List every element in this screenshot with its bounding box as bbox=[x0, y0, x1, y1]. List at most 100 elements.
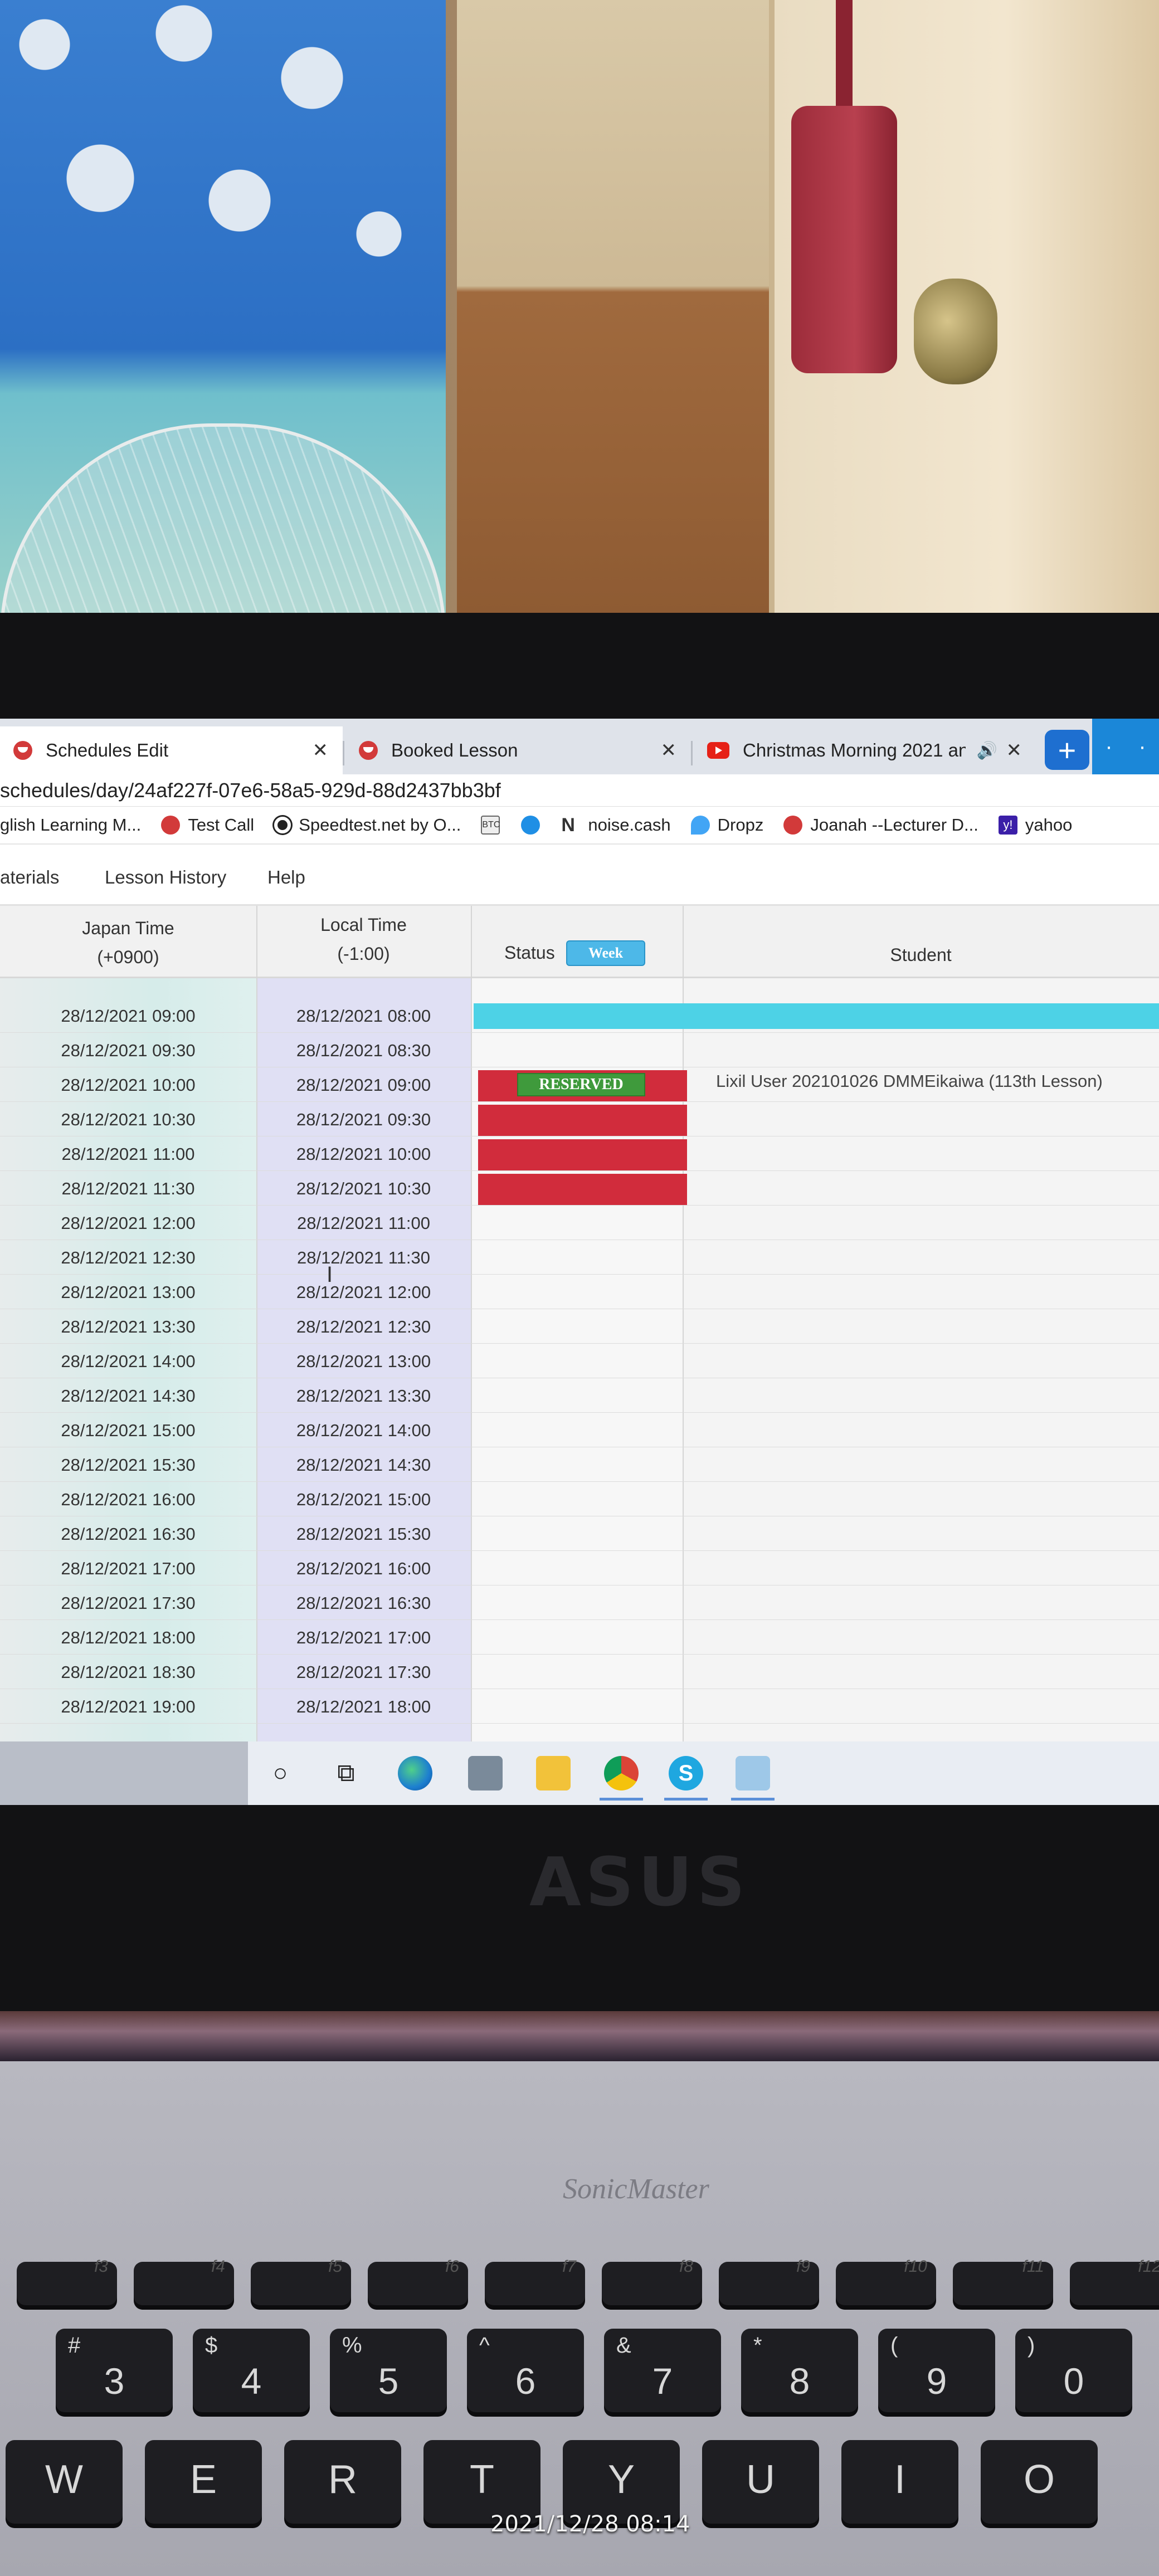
new-tab-button[interactable]: + bbox=[1045, 730, 1089, 770]
table-row[interactable]: 28/12/2021 10:30 28/12/2021 09:30 bbox=[0, 1102, 1159, 1136]
bookmark-label: glish Learning M... bbox=[0, 815, 142, 835]
search-circle-icon[interactable]: ○ bbox=[263, 1756, 298, 1790]
function-key-label: f4 bbox=[211, 2257, 225, 2276]
number-key[interactable]: % 5 bbox=[330, 2329, 447, 2412]
close-icon[interactable]: ✕ bbox=[661, 739, 677, 762]
local-time-cell: 28/12/2021 17:30 bbox=[296, 1662, 431, 1682]
bookmark-yahoo[interactable]: y! yahoo bbox=[998, 815, 1072, 835]
table-row[interactable]: 28/12/2021 13:00 28/12/2021 12:00 bbox=[0, 1275, 1159, 1309]
table-row[interactable]: 28/12/2021 14:30 28/12/2021 13:30 bbox=[0, 1379, 1159, 1413]
notepad-icon[interactable] bbox=[731, 1756, 775, 1801]
tab-booked-lesson[interactable]: Booked Lesson ✕ bbox=[345, 726, 691, 774]
function-key[interactable]: f4 bbox=[134, 2257, 234, 2305]
table-row[interactable]: 28/12/2021 15:00 28/12/2021 14:00 bbox=[0, 1413, 1159, 1447]
number-key[interactable]: * 8 bbox=[741, 2329, 858, 2412]
nav-materials[interactable]: aterials bbox=[0, 867, 59, 888]
booked-slot-bar[interactable] bbox=[478, 1105, 687, 1136]
number-key[interactable]: #3 bbox=[56, 2329, 173, 2412]
table-header: Japan Time (+0900) Local Time (-1:00) St… bbox=[0, 906, 1159, 978]
letter-key[interactable]: R bbox=[284, 2440, 401, 2524]
letter-key[interactable]: W bbox=[6, 2440, 123, 2524]
letter-key[interactable]: E bbox=[145, 2440, 262, 2524]
open-slot-bar[interactable] bbox=[474, 1003, 1159, 1029]
function-key[interactable]: f5 bbox=[251, 2257, 351, 2305]
task-view-icon[interactable]: ⧉ bbox=[329, 1756, 363, 1790]
bookmark-noise-cash[interactable]: Nnoise.cash bbox=[561, 815, 670, 835]
function-key[interactable]: f11 bbox=[953, 2257, 1053, 2305]
table-row[interactable]: 28/12/2021 19:00 28/12/2021 18:00 bbox=[0, 1690, 1159, 1724]
address-bar[interactable]: schedules/day/24af227f-07e6-58a5-929d-88… bbox=[0, 774, 1159, 807]
table-row[interactable]: 28/12/2021 15:30 28/12/2021 14:30 bbox=[0, 1448, 1159, 1482]
function-key[interactable]: f6 bbox=[368, 2257, 468, 2305]
bookmark-blue[interactable] bbox=[521, 816, 548, 835]
nav-help[interactable]: Help bbox=[267, 867, 305, 888]
japan-time-cell: 28/12/2021 17:00 bbox=[61, 1559, 196, 1578]
tab-label: Schedules Edit bbox=[46, 740, 169, 760]
key-label: R bbox=[328, 2457, 357, 2502]
bookmark-test-call[interactable]: Test Call bbox=[161, 815, 254, 835]
bookmark-speedtest[interactable]: Speedtest.net by O... bbox=[274, 815, 461, 835]
nav-lesson-history[interactable]: Lesson History bbox=[105, 867, 226, 888]
number-key[interactable]: $4 bbox=[193, 2329, 310, 2412]
chrome-icon[interactable] bbox=[600, 1756, 643, 1801]
japan-time-cell: 28/12/2021 15:30 bbox=[61, 1455, 196, 1475]
table-row[interactable]: 28/12/2021 12:00 28/12/2021 11:00 bbox=[0, 1206, 1159, 1240]
edge-icon[interactable] bbox=[398, 1756, 432, 1790]
booked-slot-bar[interactable] bbox=[478, 1174, 687, 1205]
booked-slot-bar[interactable] bbox=[478, 1139, 687, 1170]
student-name[interactable]: Lixil User 202101026 DMMEikaiwa (113th L… bbox=[716, 1068, 1103, 1095]
bookmark-english-learning[interactable]: glish Learning M... bbox=[0, 815, 141, 835]
calculator-icon[interactable] bbox=[468, 1756, 503, 1790]
letter-key[interactable]: I bbox=[841, 2440, 958, 2524]
table-row[interactable]: 28/12/2021 17:30 28/12/2021 16:30 bbox=[0, 1586, 1159, 1620]
photo-stage: Schedules Edit ✕ Booked Lesson ✕ Christm… bbox=[0, 0, 1159, 2576]
week-button[interactable]: Week bbox=[566, 940, 645, 966]
local-time-cell: 28/12/2021 18:00 bbox=[296, 1697, 431, 1716]
key-label: E bbox=[189, 2457, 217, 2502]
table-row[interactable]: 28/12/2021 13:30 28/12/2021 12:30 bbox=[0, 1310, 1159, 1344]
bookmark-dropz[interactable]: Dropz bbox=[690, 815, 763, 835]
function-key[interactable]: f7 bbox=[485, 2257, 585, 2305]
taskbar-search-area[interactable] bbox=[0, 1741, 248, 1805]
browser-tab-strip: Schedules Edit ✕ Booked Lesson ✕ Christm… bbox=[0, 719, 1159, 774]
yahoo-icon: y! bbox=[998, 816, 1017, 835]
number-key[interactable]: ^ 6 bbox=[467, 2329, 584, 2412]
function-key[interactable]: f12 bbox=[1070, 2257, 1159, 2305]
table-row[interactable]: 28/12/2021 18:00 28/12/2021 17:00 bbox=[0, 1621, 1159, 1655]
function-key[interactable]: f10 bbox=[836, 2257, 936, 2305]
file-explorer-icon[interactable] bbox=[536, 1756, 571, 1790]
table-row[interactable]: 28/12/2021 11:00 28/12/2021 10:00 bbox=[0, 1137, 1159, 1171]
skype-icon[interactable]: S bbox=[664, 1756, 708, 1801]
tab-christmas-morning[interactable]: Christmas Morning 2021 and 🔊 ✕ bbox=[694, 726, 1036, 774]
bookmark-joanah[interactable]: Joanah --Lecturer D... bbox=[783, 815, 978, 835]
close-icon[interactable]: ✕ bbox=[1006, 739, 1022, 762]
table-row[interactable]: 28/12/2021 09:00 28/12/2021 08:00 bbox=[0, 999, 1159, 1033]
letter-key[interactable]: U bbox=[702, 2440, 819, 2524]
speaker-icon[interactable]: 🔊 bbox=[977, 741, 997, 760]
table-row[interactable]: 28/12/2021 10:00 28/12/2021 09:00 RESERVED… bbox=[0, 1068, 1159, 1102]
table-row[interactable]: 28/12/2021 09:30 28/12/2021 08:30 bbox=[0, 1033, 1159, 1067]
local-time-cell: 28/12/2021 17:00 bbox=[296, 1628, 431, 1647]
function-key[interactable]: f9 bbox=[719, 2257, 819, 2305]
table-row[interactable]: 28/12/2021 17:00 28/12/2021 16:00 bbox=[0, 1552, 1159, 1585]
tab-schedules-edit[interactable]: Schedules Edit ✕ bbox=[0, 726, 343, 774]
japan-time-cell: 28/12/2021 18:00 bbox=[61, 1628, 196, 1647]
function-key[interactable]: f3 bbox=[17, 2257, 117, 2305]
japan-time-cell: 28/12/2021 10:00 bbox=[61, 1075, 196, 1095]
number-key[interactable]: ) 0 bbox=[1015, 2329, 1132, 2412]
letter-key[interactable]: O bbox=[981, 2440, 1098, 2524]
close-icon[interactable]: ✕ bbox=[313, 739, 329, 762]
table-row[interactable]: 28/12/2021 14:00 28/12/2021 13:00 bbox=[0, 1344, 1159, 1378]
table-row[interactable]: 28/12/2021 18:30 28/12/2021 17:30 bbox=[0, 1655, 1159, 1689]
japan-time-cell: 28/12/2021 12:00 bbox=[61, 1213, 196, 1233]
bookmark-btc[interactable]: BTC bbox=[481, 816, 508, 835]
table-row[interactable]: 28/12/2021 12:30 28/12/2021 11:30 bbox=[0, 1241, 1159, 1275]
table-row[interactable]: 28/12/2021 11:30 28/12/2021 10:30 bbox=[0, 1172, 1159, 1206]
reserved-badge[interactable]: RESERVED bbox=[517, 1073, 645, 1096]
function-key[interactable]: f8 bbox=[602, 2257, 702, 2305]
key-symbol: * bbox=[753, 2333, 762, 2358]
table-row[interactable]: 28/12/2021 16:00 28/12/2021 15:00 bbox=[0, 1482, 1159, 1516]
table-row[interactable]: 28/12/2021 16:30 28/12/2021 15:30 bbox=[0, 1517, 1159, 1551]
number-key[interactable]: (9 bbox=[878, 2329, 995, 2412]
number-key[interactable]: & 7 bbox=[604, 2329, 721, 2412]
